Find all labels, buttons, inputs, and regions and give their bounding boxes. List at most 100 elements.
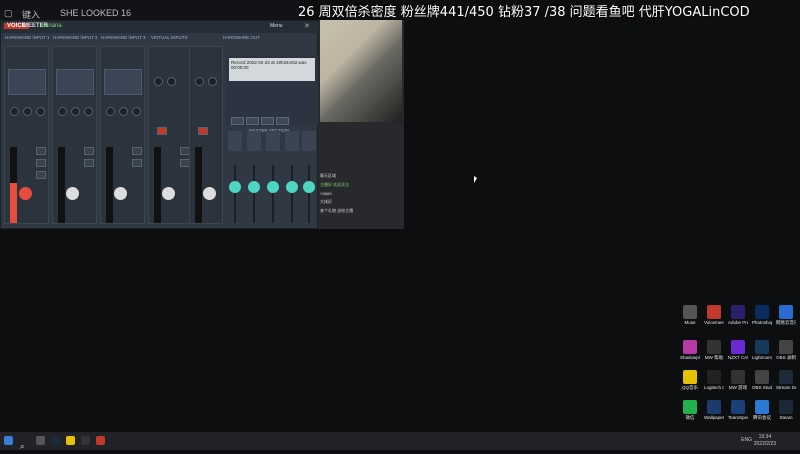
desktop-icon[interactable]: Adobe Premiere	[728, 305, 748, 325]
desktop-icon[interactable]: 网易云音乐 Streamer	[776, 305, 796, 325]
voicemeeter-taskbar-icon[interactable]	[96, 436, 105, 445]
strip-hw2[interactable]	[52, 46, 97, 224]
desktop-icon[interactable]: Logitech G HUB	[704, 370, 724, 390]
menu-button[interactable]: Menu	[270, 23, 283, 29]
desktop-icon[interactable]: 腾讯会议	[752, 400, 772, 420]
voicemeeter-window[interactable]: VOICE MEETER Banana Menu ✕ HARDWARE INPU…	[0, 20, 319, 229]
eq-display[interactable]	[8, 69, 46, 95]
desktop-icon[interactable]: Photoshop	[752, 305, 772, 325]
desktop-icon-label: 腾讯会议	[753, 415, 771, 420]
desktop-icon[interactable]: MW 帮助	[704, 340, 724, 360]
desktop-icon[interactable]: Lightroom	[752, 340, 772, 360]
bus-b1[interactable]	[284, 131, 300, 227]
desktop-icon-label: 网易云音乐 Streamer	[776, 320, 796, 325]
knob-icon[interactable]	[36, 107, 45, 116]
chrome-taskbar-icon[interactable]	[66, 436, 75, 445]
eq-display[interactable]	[104, 69, 142, 95]
desktop-icon[interactable]: Voicemeeter Banana	[704, 305, 724, 325]
recorder-panel[interactable]: Record 2022-02-23 at 19h34m52.wav 00:00:…	[226, 55, 318, 125]
knob-icon[interactable]	[23, 107, 32, 116]
desktop-icon-label: Lightroom	[752, 355, 772, 360]
recorder-display: Record 2022-02-23 at 19h34m52.wav 00:00:…	[229, 58, 315, 81]
desktop-icon[interactable]: 微信	[680, 400, 700, 420]
knob-icon[interactable]	[106, 107, 115, 116]
fader-knob[interactable]	[66, 187, 79, 200]
record-button[interactable]	[157, 127, 167, 135]
channel-title-hw1: HARDWARE INPUT 1	[5, 35, 50, 40]
desktop-icon-label: OBS 录制	[776, 355, 796, 360]
knob-icon[interactable]	[154, 77, 163, 86]
desktop-icon[interactable]: OBS 录制	[776, 340, 796, 360]
knob-icon[interactable]	[119, 107, 128, 116]
app-icon	[755, 370, 769, 384]
search-icon[interactable]: ⌕	[20, 436, 29, 451]
app-icon	[779, 400, 793, 414]
play-button[interactable]	[246, 117, 259, 125]
bus-button[interactable]	[84, 159, 94, 167]
app-icon	[683, 400, 697, 414]
knob-icon[interactable]	[58, 107, 67, 116]
desktop-icon-label: NZXT CAM	[728, 355, 748, 360]
strip-hw1[interactable]	[4, 46, 49, 224]
knob-icon[interactable]	[167, 77, 176, 86]
stop-button[interactable]	[261, 117, 274, 125]
bus-a2[interactable]	[246, 131, 262, 227]
bus-button[interactable]	[132, 159, 142, 167]
desktop-icon[interactable]: Muse	[680, 305, 700, 325]
desktop-icon[interactable]: Stream Deck	[776, 370, 796, 390]
fader-knob[interactable]	[203, 187, 216, 200]
desktop-icon[interactable]: MW 游戏	[728, 370, 748, 390]
strip-virtual-2[interactable]	[189, 46, 223, 224]
bus-button[interactable]	[132, 147, 142, 155]
desktop-icon[interactable]: Wallpaper Engine	[704, 400, 724, 420]
chat-title: 聊天区域	[320, 173, 336, 178]
bus-a3[interactable]	[265, 131, 281, 227]
bus-button[interactable]	[84, 147, 94, 155]
mouse-cursor-icon	[474, 176, 477, 183]
app-icon	[683, 370, 697, 384]
steam-taskbar-icon[interactable]	[51, 436, 60, 445]
knob-icon[interactable]	[208, 77, 217, 86]
desktop-icon-label: Stream Deck	[776, 385, 796, 390]
vu-meter	[154, 147, 161, 223]
desktop-icon[interactable]: Shadowplay	[680, 340, 700, 360]
bus-a1[interactable]	[227, 131, 243, 227]
desktop-icon[interactable]: NZXT CAM	[728, 340, 748, 360]
bus-button[interactable]	[36, 147, 46, 155]
windows-start-icon[interactable]	[4, 436, 13, 445]
stream-preview-panel[interactable]: 聊天区域 主播好 欢迎关注 Y8888 大佬好 来个礼物 送给主播	[318, 20, 404, 229]
bus-button[interactable]	[36, 171, 46, 179]
desktop-icon[interactable]: TeamSpeak	[728, 400, 748, 420]
record-button[interactable]	[276, 117, 289, 125]
record-button[interactable]	[198, 127, 208, 135]
fader-knob[interactable]	[162, 187, 175, 200]
desktop-icon[interactable]: QQ音乐	[680, 370, 700, 390]
bus-button[interactable]	[36, 159, 46, 167]
desktop-icon[interactable]: OBS Studio	[752, 370, 772, 390]
language-indicator[interactable]: ENG	[741, 437, 752, 443]
chat-line: Y8888	[320, 191, 332, 196]
app-icon	[779, 370, 793, 384]
vu-meter	[10, 147, 17, 223]
app-taskbar-icon[interactable]	[81, 436, 90, 445]
knob-icon[interactable]	[195, 77, 204, 86]
knob-icon[interactable]	[132, 107, 141, 116]
knob-icon[interactable]	[10, 107, 19, 116]
top-taskbar-strip: ▢ 键入 SHE LOOKED 16	[0, 0, 300, 22]
knob-icon[interactable]	[84, 107, 93, 116]
fader-knob[interactable]	[19, 187, 32, 200]
desktop-icon-label: Voicemeeter Banana	[704, 320, 724, 325]
taskbar-clock[interactable]: 19:34 2022/2/23	[754, 434, 776, 448]
knob-icon[interactable]	[71, 107, 80, 116]
bus-b2[interactable]	[301, 131, 317, 227]
chat-line: 大佬好	[320, 199, 332, 204]
fader-knob[interactable]	[114, 187, 127, 200]
top-item-2[interactable]: SHE LOOKED 16	[60, 8, 131, 18]
desktop-icon[interactable]: Steam	[776, 400, 796, 420]
strip-virtual-1[interactable]	[148, 46, 193, 224]
task-view-icon[interactable]	[36, 436, 45, 445]
strip-hw3[interactable]	[100, 46, 145, 224]
rewind-button[interactable]	[231, 117, 244, 125]
close-icon[interactable]: ✕	[304, 22, 310, 30]
eq-display[interactable]	[56, 69, 94, 95]
